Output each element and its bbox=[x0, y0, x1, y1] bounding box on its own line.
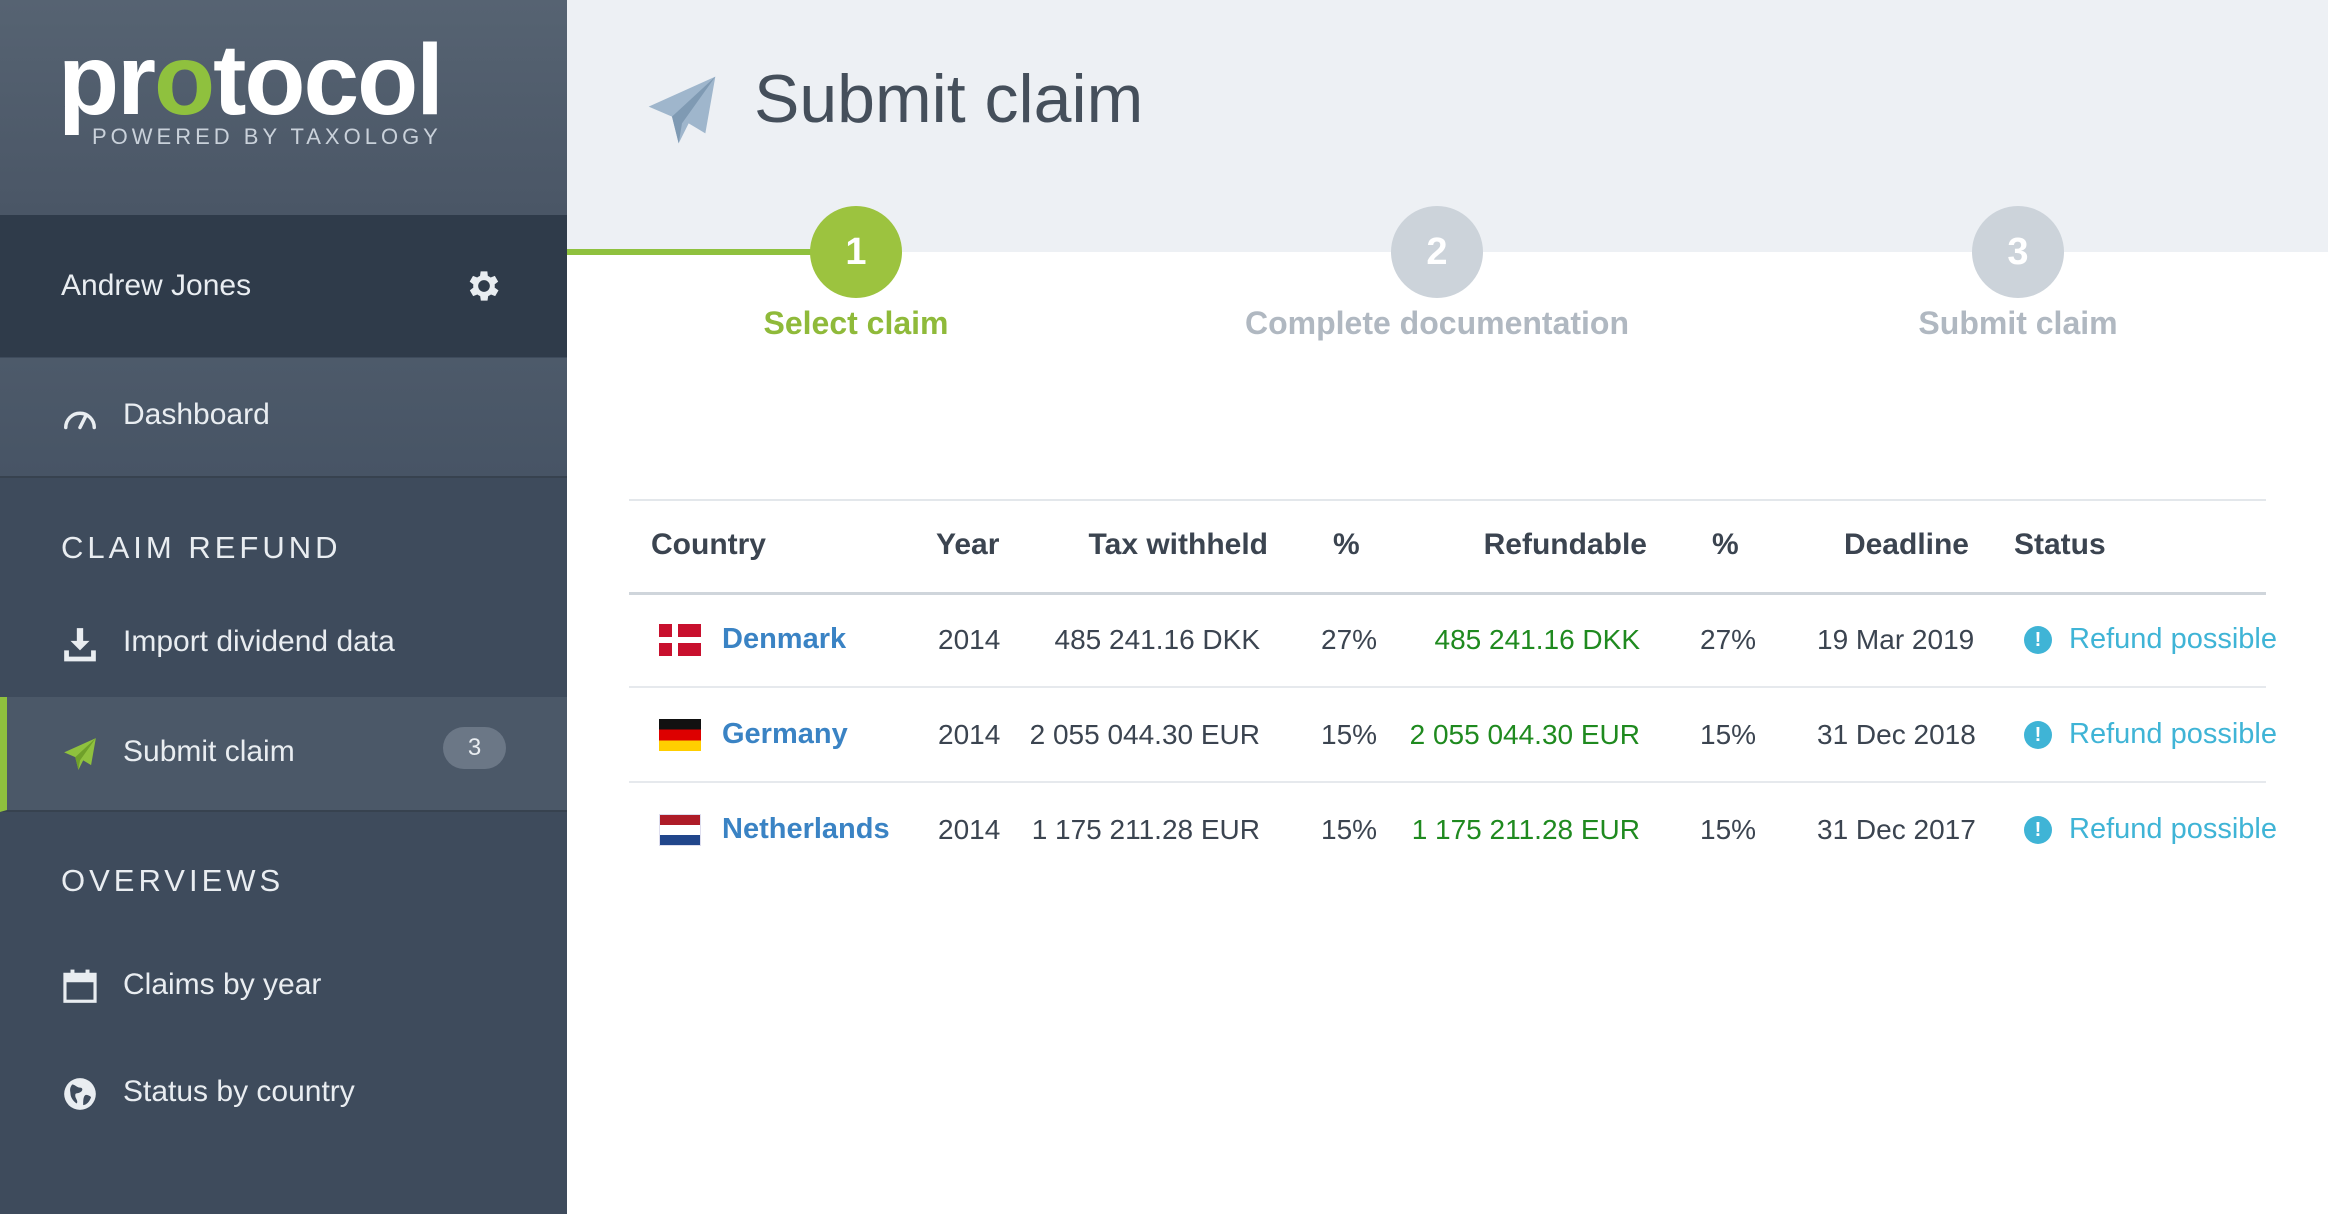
refundable-cell: 1 175 211.28 EUR bbox=[1411, 814, 1640, 845]
table-divider bbox=[629, 499, 2266, 501]
column-header-country[interactable]: Country bbox=[651, 528, 766, 562]
gear-icon[interactable] bbox=[464, 266, 504, 306]
row-divider bbox=[629, 686, 2266, 688]
sidebar-item-status-by-country[interactable]: Status by country bbox=[0, 1057, 567, 1133]
tax-withheld-cell: 1 175 211.28 EUR bbox=[1031, 814, 1260, 845]
sidebar-item-label: Status by country bbox=[123, 1075, 355, 1108]
year-cell: 2014 bbox=[938, 624, 1001, 655]
denmark-flag-icon bbox=[659, 624, 701, 656]
status-link[interactable]: Refund possible bbox=[2069, 718, 2277, 751]
row-divider bbox=[629, 781, 2266, 783]
speedometer-icon bbox=[64, 411, 96, 430]
step-number[interactable]: 2 bbox=[1391, 206, 1483, 298]
status-link[interactable]: Refund possible bbox=[2069, 623, 2277, 656]
tax-withheld-cell: 2 055 044.30 EUR bbox=[1029, 719, 1260, 750]
deadline-cell: 31 Dec 2017 bbox=[1817, 814, 1976, 845]
deadline-cell: 19 Mar 2019 bbox=[1817, 624, 1975, 655]
sidebar-item-claims-by-year[interactable]: Claims by year bbox=[0, 950, 567, 1026]
column-header-deadline[interactable]: Deadline bbox=[1844, 528, 1969, 562]
country-link[interactable]: Netherlands bbox=[722, 813, 890, 846]
paper-plane-icon bbox=[648, 76, 716, 144]
user-name[interactable]: Andrew Jones bbox=[61, 269, 251, 303]
tax-percent-cell: 27% bbox=[1321, 624, 1378, 655]
step-label[interactable]: Submit claim bbox=[1768, 305, 2268, 342]
page-title: Submit claim bbox=[754, 61, 1144, 137]
refund-percent-cell: 27% bbox=[1700, 624, 1757, 655]
exclamation-circle-icon: ! bbox=[2024, 816, 2052, 844]
column-header-tax-withheld[interactable]: Tax withheld bbox=[1089, 528, 1268, 562]
status-link[interactable]: Refund possible bbox=[2069, 813, 2277, 846]
sidebar-item-label: Submit claim bbox=[123, 735, 295, 768]
tax-percent-cell: 15% bbox=[1321, 814, 1378, 845]
paper-plane-icon bbox=[64, 738, 96, 770]
table-header-divider bbox=[629, 592, 2266, 595]
refundable-cell: 2 055 044.30 EUR bbox=[1409, 719, 1640, 750]
count-badge: 3 bbox=[443, 727, 506, 769]
sidebar-item-import[interactable]: Import dividend data bbox=[0, 607, 567, 683]
step-number[interactable]: 3 bbox=[1972, 206, 2064, 298]
calendar-icon bbox=[63, 969, 97, 1003]
logo-tagline: POWERED BY TAXOLOGY bbox=[92, 124, 442, 149]
section-title-claim-refund: CLAIM REFUND bbox=[61, 530, 342, 565]
column-header-year[interactable]: Year bbox=[936, 528, 999, 562]
country-link[interactable]: Germany bbox=[722, 718, 848, 751]
sidebar-item-dashboard[interactable]: Dashboard bbox=[0, 358, 567, 478]
logo-area: protocol POWERED BY TAXOLOGY bbox=[0, 0, 567, 215]
section-title-overviews: OVERVIEWS bbox=[61, 863, 285, 898]
step-label[interactable]: Complete documentation bbox=[1187, 305, 1687, 342]
column-header-refundable[interactable]: Refundable bbox=[1484, 528, 1647, 562]
netherlands-flag-icon bbox=[659, 814, 701, 846]
download-icon bbox=[64, 628, 96, 662]
column-header-refund-percent[interactable]: % bbox=[1712, 528, 1739, 562]
tax-withheld-cell: 485 241.16 DKK bbox=[1054, 624, 1261, 655]
refund-percent-cell: 15% bbox=[1700, 814, 1757, 845]
year-cell: 2014 bbox=[938, 719, 1001, 750]
sidebar-item-label: Claims by year bbox=[123, 968, 322, 1001]
sidebar-item-label: Import dividend data bbox=[123, 625, 395, 658]
deadline-cell: 31 Dec 2018 bbox=[1817, 719, 1976, 750]
column-header-status[interactable]: Status bbox=[2014, 528, 2106, 562]
sidebar-item-submit-claim[interactable]: Submit claim 3 bbox=[0, 697, 567, 812]
step-number[interactable]: 1 bbox=[810, 206, 902, 298]
globe-icon bbox=[64, 1078, 96, 1110]
refund-percent-cell: 15% bbox=[1700, 719, 1757, 750]
refundable-cell: 485 241.16 DKK bbox=[1434, 624, 1641, 655]
step-label[interactable]: Select claim bbox=[606, 305, 1106, 342]
column-header-tax-percent[interactable]: % bbox=[1333, 528, 1360, 562]
exclamation-circle-icon: ! bbox=[2024, 626, 2052, 654]
year-cell: 2014 bbox=[938, 814, 1001, 845]
exclamation-circle-icon: ! bbox=[2024, 721, 2052, 749]
germany-flag-icon bbox=[659, 719, 701, 751]
tax-percent-cell: 15% bbox=[1321, 719, 1378, 750]
country-link[interactable]: Denmark bbox=[722, 623, 846, 656]
sidebar-item-label: Dashboard bbox=[123, 398, 270, 431]
logo[interactable]: protocol bbox=[58, 30, 444, 130]
